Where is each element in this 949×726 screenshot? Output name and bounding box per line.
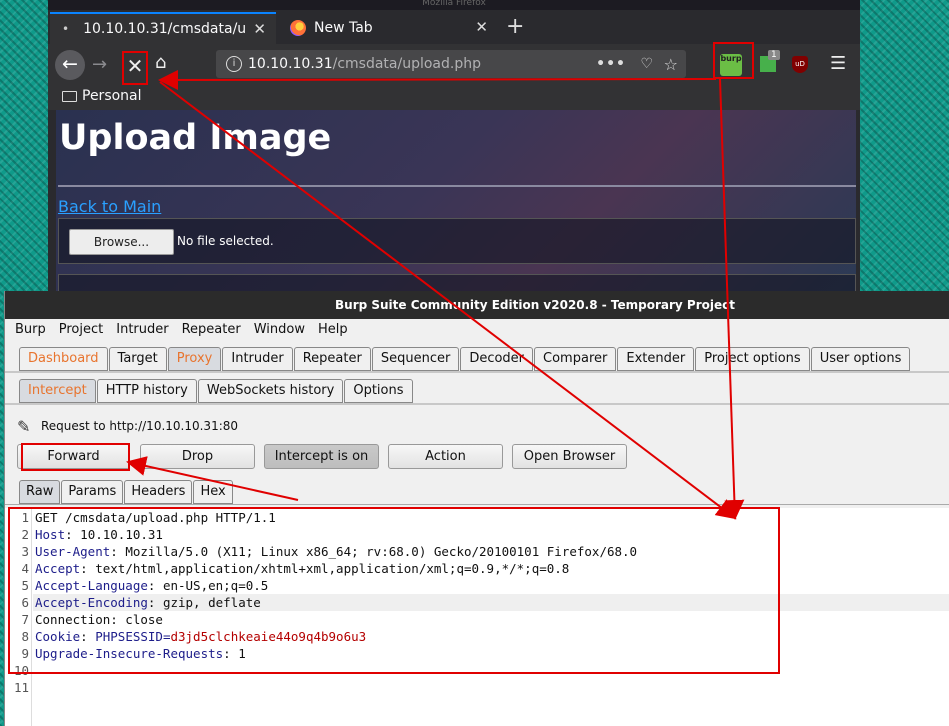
tab-title: New Tab bbox=[314, 20, 373, 36]
tab-close-icon[interactable]: ✕ bbox=[253, 20, 266, 38]
divider bbox=[58, 185, 856, 187]
forward-arrow-icon[interactable]: → bbox=[92, 54, 107, 75]
action-button[interactable]: Action bbox=[388, 444, 503, 469]
tab-intruder[interactable]: Intruder bbox=[222, 347, 293, 371]
tab-dashboard[interactable]: Dashboard bbox=[19, 347, 108, 371]
back-arrow-icon[interactable]: ← bbox=[55, 50, 85, 80]
tab-intercept[interactable]: Intercept bbox=[19, 379, 96, 403]
home-icon[interactable]: ⌂ bbox=[155, 52, 166, 73]
tab-extender[interactable]: Extender bbox=[617, 347, 695, 371]
tab-upload-php[interactable]: • 10.10.10.31/cmsdata/upload.php ✕ bbox=[50, 12, 276, 44]
tab-comparer[interactable]: Comparer bbox=[534, 347, 617, 371]
bookmark-folder-personal[interactable]: Personal bbox=[82, 88, 142, 104]
firefox-titlebar: Mozilla Firefox bbox=[48, 0, 860, 10]
menu-burp[interactable]: Burp bbox=[5, 319, 49, 341]
tab-target[interactable]: Target bbox=[108, 347, 167, 371]
burp-extension-highlight bbox=[713, 42, 754, 79]
forward-button-highlight bbox=[21, 443, 130, 471]
tab-sequencer[interactable]: Sequencer bbox=[371, 347, 460, 371]
tab-hex[interactable]: Hex bbox=[193, 480, 233, 504]
tab-decoder[interactable]: Decoder bbox=[460, 347, 534, 371]
browse-file-button[interactable]: Browse... bbox=[69, 229, 174, 255]
page-title: Upload Image bbox=[59, 118, 332, 158]
proxy-sub-tabs: Intercept HTTP history WebSockets histor… bbox=[19, 379, 414, 403]
tab-proxy[interactable]: Proxy bbox=[167, 347, 222, 371]
tab-indicator: • bbox=[62, 22, 70, 36]
pencil-icon: ✎ bbox=[17, 417, 31, 436]
main-tabs: Dashboard Target Proxy Intruder Repeater… bbox=[19, 347, 911, 371]
tab-options[interactable]: Options bbox=[344, 379, 413, 403]
ublock-shield-icon[interactable]: uD bbox=[792, 56, 808, 73]
url-bar[interactable]: i 10.10.10.31 /cmsdata/upload.php ••• ♡ … bbox=[216, 50, 686, 78]
tab-user-options[interactable]: User options bbox=[810, 347, 911, 371]
folder-icon bbox=[62, 91, 77, 102]
new-tab-plus-icon[interactable]: + bbox=[506, 14, 524, 39]
divider bbox=[5, 403, 949, 405]
tab-raw[interactable]: Raw bbox=[19, 480, 61, 504]
tab-websockets-history[interactable]: WebSockets history bbox=[197, 379, 344, 403]
hamburger-menu-icon[interactable]: ☰ bbox=[830, 53, 846, 74]
tab-repeater[interactable]: Repeater bbox=[293, 347, 371, 371]
burp-titlebar: Burp Suite Community Edition v2020.8 - T… bbox=[5, 291, 949, 319]
tab-title: 10.10.10.31/cmsdata/upload.php bbox=[83, 21, 247, 37]
bookmark-star-icon[interactable]: ☆ bbox=[664, 55, 678, 74]
menu-repeater[interactable]: Repeater bbox=[172, 319, 244, 341]
menu-intruder[interactable]: Intruder bbox=[106, 319, 171, 341]
tab-close-icon[interactable]: ✕ bbox=[475, 18, 488, 36]
url-path: /cmsdata/upload.php bbox=[332, 56, 481, 72]
file-status-text: No file selected. bbox=[177, 234, 274, 248]
tab-project-options[interactable]: Project options bbox=[695, 347, 810, 371]
message-view-tabs: Raw Params Headers Hex bbox=[19, 480, 234, 504]
line-number: 11 bbox=[13, 680, 29, 695]
tab-headers[interactable]: Headers bbox=[124, 480, 193, 504]
info-icon[interactable]: i bbox=[226, 56, 242, 72]
page-actions-icon[interactable]: ••• bbox=[596, 56, 626, 72]
divider bbox=[5, 371, 949, 373]
stop-button-highlight bbox=[122, 51, 148, 85]
firefox-logo-icon bbox=[290, 20, 306, 36]
tab-params[interactable]: Params bbox=[61, 480, 124, 504]
divider bbox=[5, 504, 949, 505]
tab-new-tab[interactable]: New Tab ✕ bbox=[278, 12, 498, 44]
drop-button[interactable]: Drop bbox=[140, 444, 255, 469]
back-to-main-link[interactable]: Back to Main bbox=[58, 197, 161, 216]
extension-badge: 1 bbox=[768, 50, 780, 60]
upload-form: Browse... No file selected. bbox=[58, 218, 856, 264]
tab-http-history[interactable]: HTTP history bbox=[96, 379, 197, 403]
pocket-icon[interactable]: ♡ bbox=[640, 56, 653, 72]
intercept-toggle-button[interactable]: Intercept is on bbox=[264, 444, 379, 469]
request-target-text: Request to http://10.10.10.31:80 bbox=[41, 419, 239, 433]
menu-help[interactable]: Help bbox=[308, 319, 351, 341]
bookmarks-toolbar: Personal bbox=[48, 86, 860, 110]
url-host: 10.10.10.31 bbox=[248, 56, 333, 72]
menu-project[interactable]: Project bbox=[49, 319, 106, 341]
page-content: Upload Image Back to Main Browse... No f… bbox=[56, 110, 856, 300]
request-highlight bbox=[8, 507, 780, 674]
menu-window[interactable]: Window bbox=[244, 319, 308, 341]
burp-menubar: Burp Project Intruder Repeater Window He… bbox=[5, 319, 949, 341]
open-browser-button[interactable]: Open Browser bbox=[512, 444, 627, 469]
